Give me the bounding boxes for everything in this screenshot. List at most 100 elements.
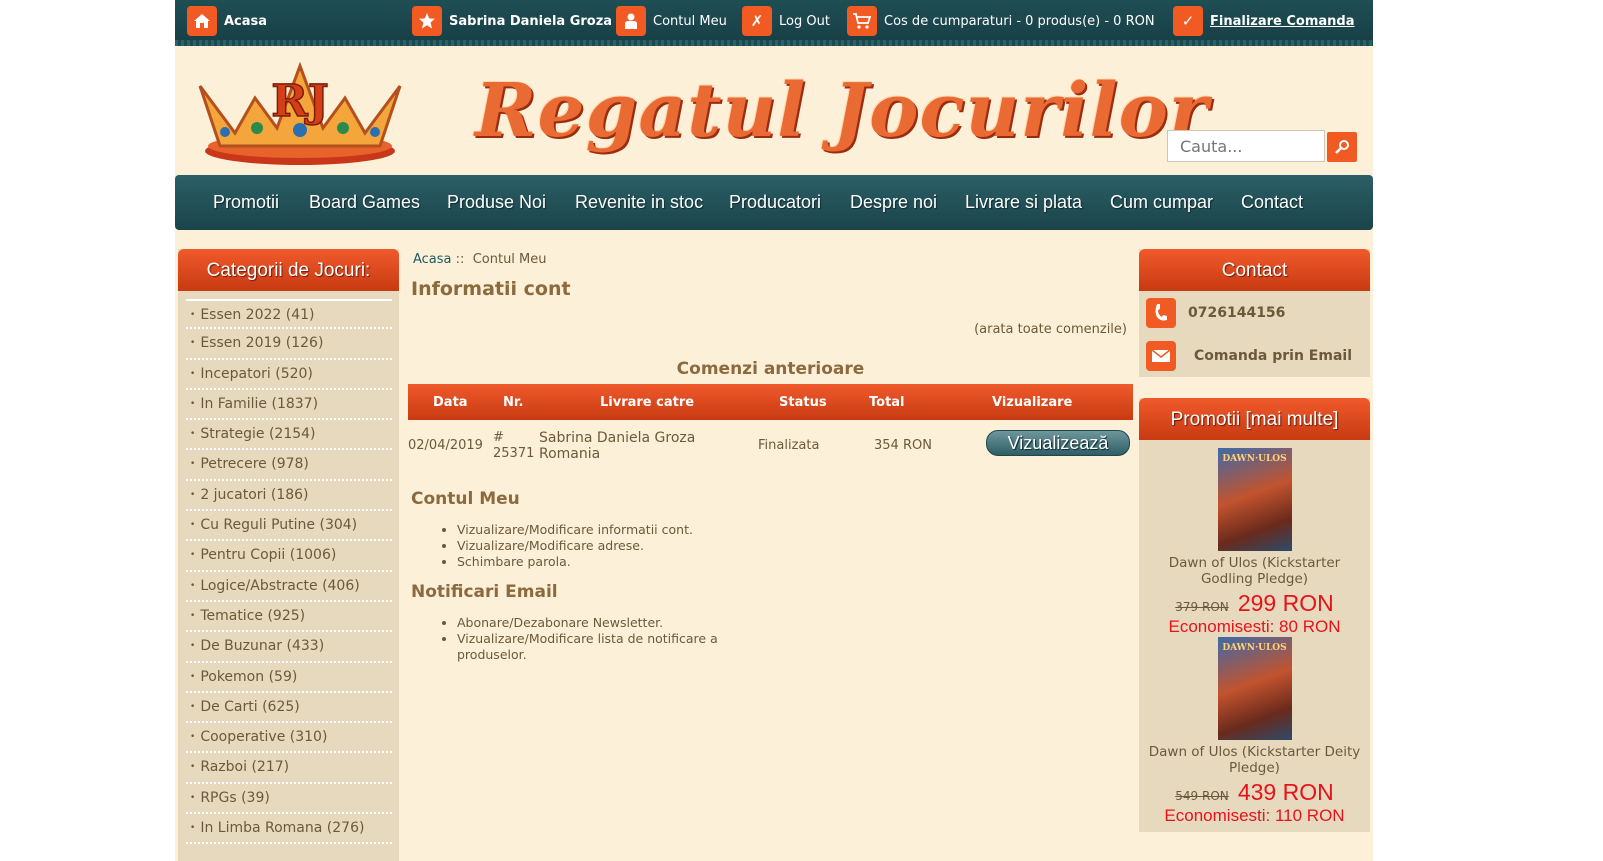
nav-livrare-si-plata[interactable]: Livrare si plata	[965, 192, 1082, 213]
nav-revenite-in-stoc[interactable]: Revenite in stoc	[575, 192, 703, 213]
category-item[interactable]: • Strategie (2154)	[186, 420, 392, 451]
order-recipient: Sabrina Daniela Groza	[539, 430, 696, 446]
logout-link[interactable]: ✗ Log Out	[742, 5, 830, 37]
category-label: Strategie (2154)	[200, 426, 316, 443]
bullet-icon: •	[190, 429, 196, 440]
product-image[interactable]: DAWN·ULOS	[1217, 637, 1292, 740]
nav-board-games[interactable]: Board Games	[309, 192, 420, 213]
category-item[interactable]: • Tematice (925)	[186, 602, 392, 633]
order-nr-prefix: #	[493, 430, 504, 445]
account-links: Vizualizare/Modificare informatii cont. …	[443, 522, 747, 570]
orders-header-livrare: Livrare catre	[600, 395, 695, 410]
search-icon	[1335, 140, 1349, 154]
search-button[interactable]	[1327, 132, 1357, 162]
envelope-icon	[1146, 341, 1176, 371]
cart-link[interactable]: Cos de cumparaturi - 0 produs(e) - 0 RON	[847, 5, 1155, 37]
category-item[interactable]: • RPGs (39)	[186, 784, 392, 815]
category-item[interactable]: • Logice/Abstracte (406)	[186, 572, 392, 602]
product-name[interactable]: Dawn of Ulos (Kickstarter Godling Pledge…	[1139, 555, 1370, 587]
category-item[interactable]: • Essen 2022 (41)	[186, 299, 392, 330]
cart-icon	[847, 6, 877, 36]
category-item[interactable]: • Essen 2019 (126)	[186, 329, 392, 360]
category-label: Incepatori (520)	[200, 365, 313, 382]
newsletter-link[interactable]: Abonare/Dezabonare Newsletter.	[457, 615, 747, 631]
old-price: 549 RON	[1175, 789, 1229, 803]
email-contact[interactable]: Comanda prin Email	[1146, 341, 1352, 371]
bullet-icon: •	[190, 610, 196, 621]
categories-title: Categorii de Jocuri:	[178, 249, 399, 291]
edit-addresses-link[interactable]: Vizualizare/Modificare adrese.	[457, 538, 747, 554]
nav-cum-cumpar[interactable]: Cum cumpar	[1110, 192, 1213, 213]
category-label: Essen 2022 (41)	[200, 307, 315, 323]
checkout-link[interactable]: ✓ Finalizare Comanda	[1173, 5, 1355, 37]
orders-table: Data Nr. Livrare catre Status Total Vizu…	[408, 384, 1133, 470]
home-icon	[187, 6, 217, 36]
nav-promotii[interactable]: Promotii	[213, 192, 279, 213]
phone-number: 0726144156	[1188, 305, 1286, 321]
topbar-stripe	[175, 40, 1373, 46]
orders-header-nr: Nr.	[503, 395, 524, 410]
category-item[interactable]: • 2 jucatori (186)	[186, 481, 392, 512]
category-item[interactable]: • Razboi (217)	[186, 753, 392, 784]
nav-contact[interactable]: Contact	[1241, 192, 1303, 213]
nav-produse-noi[interactable]: Produse Noi	[447, 192, 546, 213]
top-bar: Acasa Sabrina Daniela Groza Contul Meu ✗…	[175, 0, 1373, 44]
category-item[interactable]: • Pentru Copii (1006)	[186, 541, 392, 572]
category-item[interactable]: • Cooperative (310)	[186, 723, 392, 754]
category-label: Pentru Copii (1006)	[200, 547, 337, 564]
savings: Economisesti: 110 RON	[1164, 806, 1345, 825]
category-item[interactable]: • In Familie (1837)	[186, 390, 392, 421]
category-item[interactable]: • In Limba Romana (276)	[186, 814, 392, 845]
new-price: 299 RON	[1237, 590, 1334, 616]
home-link[interactable]: Acasa	[187, 5, 267, 37]
category-item[interactable]: • Incepatori (520)	[186, 360, 392, 390]
category-label: Pokemon (59)	[200, 668, 298, 685]
nav-despre-noi[interactable]: Despre noi	[850, 192, 937, 213]
promotions-box: Promotii [mai multe] DAWN·ULOS Dawn of U…	[1139, 398, 1370, 832]
category-item[interactable]: • Cu Reguli Putine (304)	[186, 511, 392, 542]
product-notifications-link[interactable]: Vizualizare/Modificare lista de notifica…	[457, 631, 747, 663]
breadcrumb-home[interactable]: Acasa	[413, 252, 452, 267]
view-order-button[interactable]: Vizualizează	[986, 430, 1130, 456]
bullet-icon: •	[190, 580, 196, 591]
page: Acasa Sabrina Daniela Groza Contul Meu ✗…	[175, 0, 1373, 861]
account-link[interactable]: Contul Meu	[616, 5, 727, 37]
breadcrumb-current: Contul Meu	[472, 252, 547, 267]
phone-contact[interactable]: 0726144156	[1146, 298, 1285, 328]
order-total: 354 RON	[874, 438, 932, 453]
crown-logo[interactable]: RJ	[195, 58, 405, 170]
promo-item[interactable]: DAWN·ULOS Dawn of Ulos (Kickstarter Godl…	[1139, 448, 1370, 637]
product-image-title: DAWN·ULOS	[1222, 454, 1287, 464]
old-price: 379 RON	[1175, 600, 1229, 614]
page-title: Informatii cont	[411, 278, 571, 300]
product-image-title: DAWN·ULOS	[1222, 643, 1287, 653]
edit-account-info-link[interactable]: Vizualizare/Modificare informatii cont.	[457, 522, 747, 538]
bullet-icon: •	[190, 398, 196, 409]
savings: Economisesti: 80 RON	[1168, 617, 1341, 636]
account-link-label: Contul Meu	[653, 13, 727, 29]
order-status: Finalizata	[758, 438, 820, 453]
bullet-icon: •	[190, 338, 196, 349]
order-nr: 25371	[493, 446, 535, 461]
category-item[interactable]: • Petrecere (978)	[186, 450, 392, 481]
new-price: 439 RON	[1237, 779, 1334, 805]
show-all-orders-link[interactable]: (arata toate comenzile)	[974, 322, 1127, 337]
change-password-link[interactable]: Schimbare parola.	[457, 554, 747, 570]
category-item[interactable]: • De Buzunar (433)	[186, 632, 392, 663]
contact-title: Contact	[1139, 249, 1370, 291]
product-name[interactable]: Dawn of Ulos (Kickstarter Deity Pledge)	[1139, 744, 1370, 776]
search-input[interactable]	[1167, 130, 1325, 162]
product-image[interactable]: DAWN·ULOS	[1217, 448, 1292, 551]
cart-link-label: Cos de cumparaturi - 0 produs(e) - 0 RON	[884, 13, 1155, 29]
orders-header-status: Status	[779, 395, 827, 410]
bullet-icon: •	[190, 550, 196, 561]
category-item[interactable]: • De Carti (625)	[186, 693, 392, 724]
notifications-section-title: Notificari Email	[411, 582, 558, 602]
brand-title[interactable]: Regatul Jocurilor	[475, 68, 1209, 154]
nav-producatori[interactable]: Producatori	[729, 192, 821, 213]
promotions-title[interactable]: Promotii [mai multe]	[1139, 398, 1370, 440]
star-icon	[412, 6, 442, 36]
category-item[interactable]: • Pokemon (59)	[186, 663, 392, 693]
category-label: Logice/Abstracte (406)	[200, 577, 360, 594]
promo-item[interactable]: DAWN·ULOS Dawn of Ulos (Kickstarter Deit…	[1139, 637, 1370, 826]
